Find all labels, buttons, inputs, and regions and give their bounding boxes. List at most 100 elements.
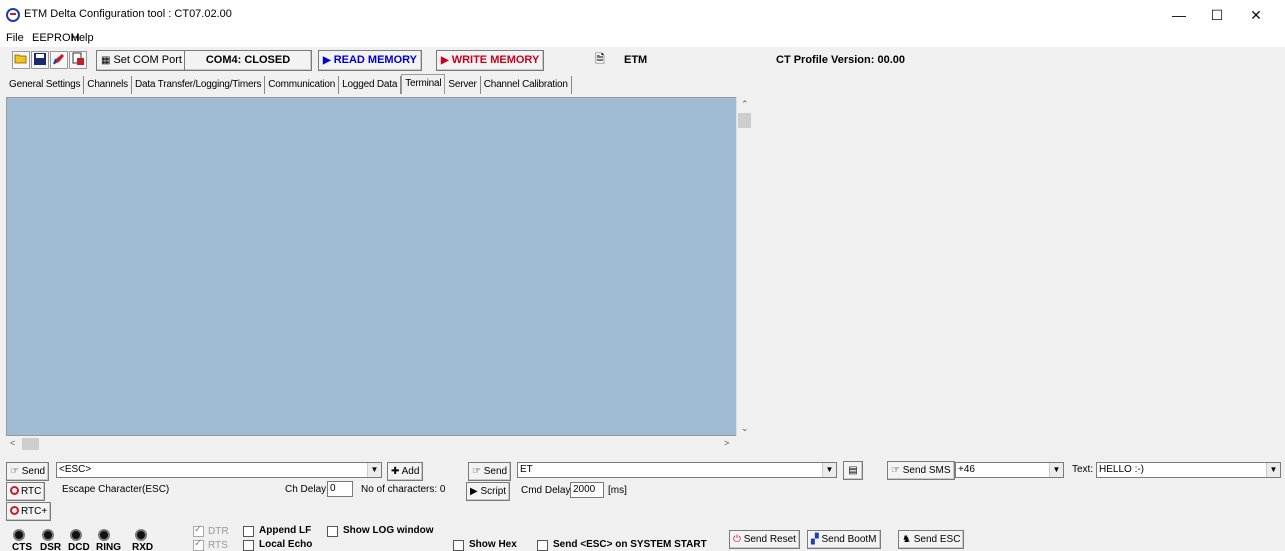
rtc-button[interactable]: RTC: [6, 482, 46, 501]
tab-channels[interactable]: Channels: [84, 76, 132, 94]
scroll-left-icon[interactable]: <: [10, 438, 15, 448]
tab-communication[interactable]: Communication: [265, 76, 340, 94]
dcd-led: [70, 529, 82, 541]
tab-server[interactable]: Server: [445, 76, 481, 94]
send-reset-button[interactable]: ⏻ Send Reset: [729, 530, 800, 549]
write-memory-label: WRITE MEMORY: [451, 54, 540, 66]
etm-label: ETM: [624, 54, 648, 66]
send-command-button[interactable]: ☞ Send: [468, 462, 512, 481]
escape-description: Escape Character(ESC): [62, 484, 170, 495]
show-hex-label: Show Hex: [469, 539, 517, 550]
dcd-label: DCD: [68, 542, 90, 551]
sms-text: HELLO :-): [1099, 464, 1145, 475]
dsr-led: [42, 529, 54, 541]
dtr-label: DTR: [208, 526, 229, 537]
add-icon: ✚: [391, 466, 402, 477]
title-bar: ETM Delta Configuration tool : CT07.02.0…: [0, 0, 1285, 30]
num-characters: No of characters: 0: [361, 484, 446, 495]
esc-person-icon: ♞: [902, 534, 914, 545]
send-label: Send: [21, 466, 46, 477]
maximize-button[interactable]: ☐: [1201, 4, 1233, 26]
dtr-checkbox[interactable]: [193, 524, 204, 537]
send-esc-start-label: Send <ESC> on SYSTEM START: [553, 539, 707, 550]
scroll-up-icon[interactable]: ⌃: [741, 99, 749, 110]
tab-general-settings[interactable]: General Settings: [6, 76, 85, 94]
close-button[interactable]: ✕: [1240, 4, 1272, 26]
tab-channel-calibration[interactable]: Channel Calibration: [481, 76, 572, 94]
tab-logged-data[interactable]: Logged Data: [339, 76, 402, 94]
cmd-delay-unit: [ms]: [608, 485, 627, 496]
com-status-button[interactable]: COM4: CLOSED: [184, 50, 312, 71]
add-label: Add: [401, 466, 420, 477]
command-combo[interactable]: <ESC> ▼: [56, 462, 382, 478]
show-hex-checkbox[interactable]: [453, 540, 464, 551]
send-hand-icon: ☞: [891, 465, 903, 476]
dsr-label: DSR: [40, 542, 62, 551]
ring-led: [98, 529, 110, 541]
read-memory-icon: ▶: [323, 55, 331, 66]
terminal-horizontal-scrollbar[interactable]: < >: [6, 436, 737, 452]
show-log-checkbox[interactable]: [327, 526, 338, 537]
send-bootm-label: Send BootM: [821, 534, 877, 545]
boot-icon: ▞: [811, 534, 822, 545]
menu-file[interactable]: File: [6, 32, 24, 44]
edit-pen-icon[interactable]: [50, 51, 68, 69]
add-button[interactable]: ✚ Add: [387, 462, 424, 481]
terminal-output[interactable]: [6, 97, 737, 436]
scroll-right-icon[interactable]: >: [724, 438, 729, 448]
power-icon: ⏻: [733, 534, 744, 545]
menu-bar: File EEPROM Help: [0, 30, 1285, 47]
send-esc-start-checkbox[interactable]: [537, 540, 548, 551]
rtc-label: RTC: [21, 486, 42, 497]
send-bootm-button[interactable]: ▞ Send BootM: [807, 530, 881, 549]
send-hand-icon: ☞: [472, 466, 484, 477]
send-reset-label: Send Reset: [743, 534, 796, 545]
script-file-icon[interactable]: ▤: [843, 461, 863, 480]
menu-help[interactable]: Help: [71, 32, 94, 44]
send-sms-button[interactable]: ☞ Send SMS: [887, 461, 955, 480]
open-folder-icon[interactable]: [12, 51, 30, 69]
sms-text-label: Text:: [1072, 464, 1094, 475]
read-memory-label: READ MEMORY: [333, 54, 418, 66]
chevron-down-icon[interactable]: ▼: [822, 463, 836, 477]
local-echo-checkbox[interactable]: [243, 540, 254, 551]
tab-data-transfer[interactable]: Data Transfer/Logging/Timers: [132, 76, 266, 94]
ch-delay-input[interactable]: 0: [327, 481, 353, 497]
sms-text-combo[interactable]: HELLO :-) ▼: [1096, 462, 1281, 478]
scroll-down-icon[interactable]: ⌄: [741, 423, 749, 434]
read-memory-button[interactable]: ▶ READ MEMORY: [318, 50, 423, 71]
append-lf-checkbox[interactable]: [243, 526, 254, 537]
chevron-down-icon[interactable]: ▼: [1266, 463, 1280, 477]
script-button[interactable]: ▶ Script: [466, 482, 511, 501]
send-esc-button[interactable]: ♞ Send ESC: [898, 530, 965, 549]
send-button[interactable]: ☞ Send: [6, 462, 50, 481]
chevron-down-icon[interactable]: ▼: [1049, 463, 1063, 477]
toolbar: ▦ Set COM Port COM4: CLOSED ▶ READ MEMORY …: [0, 48, 1285, 74]
print-preview-icon[interactable]: [69, 51, 87, 69]
write-memory-button[interactable]: ▶ WRITE MEMORY: [436, 50, 545, 71]
terminal-vertical-scrollbar[interactable]: ⌃ ⌄: [736, 97, 752, 436]
show-log-label: Show LOG window: [343, 525, 434, 536]
clock-icon: [10, 486, 19, 495]
rxd-label: RXD: [132, 542, 154, 551]
about-icon[interactable]: 🗎: [591, 51, 609, 69]
rts-checkbox[interactable]: [193, 538, 204, 551]
clock-icon: [10, 506, 19, 515]
command2-combo[interactable]: ET ▼: [517, 462, 837, 478]
rtc-plus-button[interactable]: RTC+: [6, 502, 52, 521]
cmd-delay-input[interactable]: 2000: [570, 482, 604, 498]
app-logo-icon: [6, 8, 20, 22]
rxd-led: [135, 529, 147, 541]
cts-led: [13, 529, 25, 541]
append-lf-label: Append LF: [259, 525, 312, 536]
save-icon[interactable]: [31, 51, 49, 69]
sms-number-combo[interactable]: +46 ▼: [955, 462, 1064, 478]
tab-terminal[interactable]: Terminal: [401, 74, 446, 94]
chevron-down-icon[interactable]: ▼: [367, 463, 381, 477]
vertical-scroll-thumb[interactable]: [738, 113, 751, 128]
minimize-button[interactable]: —: [1163, 4, 1195, 26]
script-label: Script: [480, 486, 507, 497]
horizontal-scroll-thumb[interactable]: [22, 438, 39, 450]
window-title: ETM Delta Configuration tool : CT07.02.0…: [24, 8, 232, 20]
set-com-port-button[interactable]: ▦ Set COM Port: [96, 50, 187, 71]
